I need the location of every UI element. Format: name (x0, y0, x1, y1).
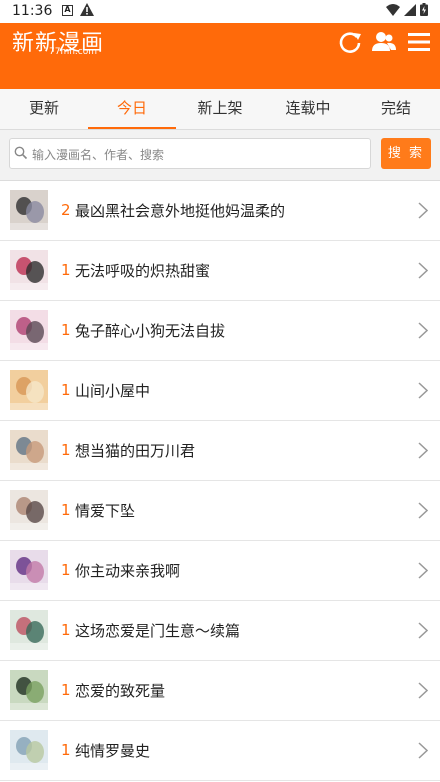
tab-ongoing[interactable]: 连载中 (264, 89, 352, 129)
comic-cover[interactable] (10, 190, 48, 230)
battery-icon (420, 3, 428, 16)
comic-title[interactable]: 这场恋爱是门生意～续篇 (75, 620, 240, 641)
chevron-right-icon (418, 562, 428, 579)
rank-number: 1 (61, 261, 71, 279)
comic-cover[interactable] (10, 550, 48, 590)
comic-cover[interactable] (10, 610, 48, 650)
menu-icon[interactable] (406, 29, 432, 55)
warning-icon (80, 3, 94, 16)
tab-completed[interactable]: 完结 (352, 89, 440, 129)
comic-cover[interactable] (10, 250, 48, 290)
chevron-right-icon (418, 622, 428, 639)
search-icon (14, 146, 28, 160)
comic-title[interactable]: 兔子醉心小狗无法自拔 (75, 320, 225, 341)
list-item[interactable]: 1 情爱下坠 (0, 481, 440, 541)
chevron-right-icon (418, 322, 428, 339)
signal-icon (404, 3, 416, 16)
rank-number: 1 (61, 321, 71, 339)
chevron-right-icon (418, 742, 428, 759)
rank-number: 1 (61, 561, 71, 579)
comic-title[interactable]: 最凶黑社会意外地挺他妈温柔的 (75, 200, 285, 221)
comic-title[interactable]: 山间小屋中 (75, 380, 150, 401)
list-item[interactable]: 1 山间小屋中 (0, 361, 440, 421)
list-item[interactable]: 2 最凶黑社会意外地挺他妈温柔的 (0, 181, 440, 241)
rank-number: 1 (61, 621, 71, 639)
comic-cover[interactable] (10, 430, 48, 470)
list-item[interactable]: 1 纯情罗曼史 (0, 721, 440, 781)
chevron-right-icon (418, 382, 428, 399)
list-item[interactable]: 1 想当猫的田万川君 (0, 421, 440, 481)
rank-number: 2 (61, 201, 71, 219)
status-time: 11:36 (12, 3, 53, 19)
list-item[interactable]: 1 兔子醉心小狗无法自拔 (0, 301, 440, 361)
comic-cover[interactable] (10, 490, 48, 530)
comic-cover[interactable] (10, 370, 48, 410)
list-item[interactable]: 1 无法呼吸的炽热甜蜜 (0, 241, 440, 301)
list-item[interactable]: 1 你主动来亲我啊 (0, 541, 440, 601)
tab-updates[interactable]: 更新 (0, 89, 88, 129)
search-row: 搜 索 (0, 130, 440, 181)
chevron-right-icon (418, 682, 428, 699)
user-icon[interactable] (371, 29, 397, 55)
search-button[interactable]: 搜 索 (381, 138, 431, 169)
comic-cover[interactable] (10, 730, 48, 770)
tab-today[interactable]: 今日 (88, 89, 176, 129)
rank-number: 1 (61, 681, 71, 699)
comic-title[interactable]: 情爱下坠 (75, 500, 135, 521)
rank-number: 1 (61, 441, 71, 459)
comic-title[interactable]: 你主动来亲我啊 (75, 560, 180, 581)
comic-title[interactable]: 纯情罗曼史 (75, 740, 150, 761)
rank-number: 1 (61, 381, 71, 399)
chevron-right-icon (418, 262, 428, 279)
search-box[interactable] (9, 138, 371, 170)
comic-list: 2 最凶黑社会意外地挺他妈温柔的 1 无法呼吸的炽热甜蜜 1 兔子醉心小狗无法自拔 1 山间小… (0, 181, 440, 781)
refresh-icon[interactable] (337, 29, 363, 55)
comic-title[interactable]: 无法呼吸的炽热甜蜜 (75, 260, 210, 281)
a-box-icon: A (62, 5, 73, 16)
logo-domain: 77mh.com (49, 47, 98, 57)
status-bar: 11:36 A (0, 0, 440, 23)
comic-cover[interactable] (10, 670, 48, 710)
chevron-right-icon (418, 202, 428, 219)
wifi-icon (386, 3, 400, 16)
comic-title[interactable]: 想当猫的田万川君 (75, 440, 195, 461)
tab-new[interactable]: 新上架 (176, 89, 264, 129)
chevron-right-icon (418, 442, 428, 459)
list-item[interactable]: 1 这场恋爱是门生意～续篇 (0, 601, 440, 661)
rank-number: 1 (61, 501, 71, 519)
rank-number: 1 (61, 741, 71, 759)
list-item[interactable]: 1 恋爱的致死量 (0, 661, 440, 721)
comic-cover[interactable] (10, 310, 48, 350)
chevron-right-icon (418, 502, 428, 519)
status-right (386, 3, 428, 16)
comic-title[interactable]: 恋爱的致死量 (75, 680, 165, 701)
tab-bar: 更新 今日 新上架 连载中 完结 (0, 89, 440, 130)
search-input[interactable] (30, 139, 370, 170)
app-header: 新新漫画 77mh.com (0, 23, 440, 89)
